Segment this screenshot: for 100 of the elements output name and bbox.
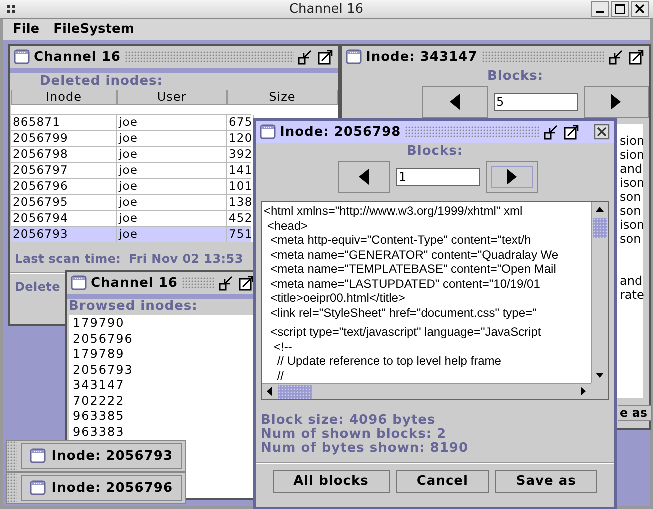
window-title: Inode: 2056793 xyxy=(52,448,173,464)
table-row[interactable]: 2056795 joe 138 xyxy=(11,194,251,210)
list-item[interactable]: 2056796 xyxy=(73,332,253,347)
left-arrow-icon xyxy=(359,169,369,185)
dialog-button[interactable]: Cancel xyxy=(396,470,490,493)
window-title: Channel 16 xyxy=(91,276,178,290)
table-row[interactable]: 2056797 joe 141 xyxy=(11,162,251,178)
minimize-icon[interactable] xyxy=(591,1,609,17)
table-cell: joe xyxy=(117,163,227,178)
table-cell: joe xyxy=(117,131,227,146)
text-area[interactable] xyxy=(261,201,609,400)
code-line: <head> xyxy=(266,218,310,233)
iconified-window[interactable]: Inode: 2056796 xyxy=(6,472,186,504)
iconify-icon[interactable] xyxy=(544,124,560,140)
info-text: Num of shown blocks: 2 xyxy=(261,428,448,442)
close-icon[interactable] xyxy=(631,1,649,17)
maximize-icon[interactable] xyxy=(629,49,645,65)
code-line: <link rel="StyleSheet" href="document.css" type=" xyxy=(270,306,538,320)
text-line: rate xyxy=(620,288,643,302)
block-number-field[interactable]: 5 xyxy=(494,93,578,111)
table-cell: 2056793 xyxy=(11,227,117,242)
right-arrow-icon xyxy=(611,94,622,110)
text-line: and xyxy=(620,162,643,176)
window-icon xyxy=(30,448,46,464)
table-cell: 2056799 xyxy=(11,131,117,146)
horizontal-scrollbar[interactable] xyxy=(262,383,591,399)
menu-item[interactable]: File xyxy=(13,22,40,37)
text-area[interactable]: sion sion and ison son son ison son and rate xyxy=(617,124,643,398)
window-icon xyxy=(30,480,46,496)
menu-item[interactable]: FileSystem xyxy=(54,22,134,37)
list-item[interactable]: 2056793 xyxy=(73,362,253,378)
maximize-icon[interactable] xyxy=(611,1,629,17)
maximize-icon[interactable] xyxy=(564,124,580,140)
code-line: <html xmlns="http://www.w3.org/1999/xhtml" xml xyxy=(264,204,524,218)
save-button[interactable]: e as xyxy=(618,405,652,421)
column-header[interactable]: User xyxy=(117,90,227,105)
window-icon xyxy=(346,49,362,65)
table-cell: joe xyxy=(117,227,227,242)
text-line: sion xyxy=(620,148,643,162)
blocks-label: Blocks: xyxy=(487,68,544,86)
window-title: Inode: 343147 xyxy=(366,50,478,64)
list-item[interactable]: 963385 xyxy=(73,409,253,424)
code-line: <meta name="LASTUPDATED" content="10/19/01 xyxy=(270,276,542,291)
table-row[interactable]: 2056796 joe 101 xyxy=(11,178,251,194)
iconified-window[interactable]: Inode: 2056793 xyxy=(6,440,186,472)
list-item[interactable]: 179789 xyxy=(73,347,253,362)
left-arrow-icon xyxy=(450,94,460,110)
column-header[interactable]: Inode xyxy=(11,90,117,105)
next-block-button[interactable] xyxy=(584,86,649,118)
app-menu-icon[interactable] xyxy=(6,4,16,14)
iconify-icon[interactable] xyxy=(609,49,625,65)
iconify-icon[interactable] xyxy=(219,275,235,291)
scan-time: Fri Nov 02 13:53 xyxy=(129,252,244,266)
iconify-icon[interactable] xyxy=(298,49,314,65)
table-cell: joe xyxy=(117,179,227,194)
list-item[interactable]: 179790 xyxy=(73,316,253,332)
right-arrow-icon xyxy=(507,169,517,185)
code-line: <meta name="TEMPLATEBASE" content="Open Mail xyxy=(270,262,558,276)
table-cell: 2056798 xyxy=(11,147,117,162)
text-line: and xyxy=(620,274,643,288)
list-item[interactable]: 343147 xyxy=(73,378,253,394)
table-row[interactable]: 2056793 joe 751 xyxy=(11,226,251,242)
previous-block-button[interactable] xyxy=(422,86,488,118)
table-cell: 2056797 xyxy=(11,163,117,178)
table-row[interactable]: 865871 joe 675 xyxy=(11,114,251,130)
app-title: Channel 16 xyxy=(289,2,364,16)
text-line: son xyxy=(620,204,642,218)
previous-block-button[interactable] xyxy=(338,161,390,193)
dialog-button[interactable]: All blocks xyxy=(272,470,390,493)
maximize-icon[interactable] xyxy=(239,275,255,291)
table-row[interactable]: 2056798 joe 392 xyxy=(11,146,251,162)
table-cell: 2056796 xyxy=(11,179,117,194)
window-title: Channel 16 xyxy=(34,50,121,64)
close-icon[interactable] xyxy=(594,124,610,140)
table-row[interactable]: 2056799 joe 120 xyxy=(11,130,251,146)
table-cell: 865871 xyxy=(11,115,117,130)
table-cell: joe xyxy=(117,195,227,210)
info-text: Block size: 4096 bytes xyxy=(261,414,437,428)
window-icon xyxy=(14,49,30,65)
code-line: <title>oeipr00.html</title> xyxy=(270,291,406,306)
table-cell: joe xyxy=(117,147,227,162)
column-header[interactable]: Size xyxy=(227,90,338,105)
block-number-field[interactable]: 1 xyxy=(396,168,480,186)
scroll-thumb[interactable] xyxy=(278,384,312,398)
blocks-label: Blocks: xyxy=(406,143,464,161)
code-line: // xyxy=(276,368,286,383)
list-item[interactable]: 702222 xyxy=(73,394,253,409)
text-line: sion xyxy=(620,134,643,148)
list-item[interactable]: 963383 xyxy=(73,424,253,440)
scroll-thumb[interactable] xyxy=(593,218,607,238)
section-label: Deleted inodes: xyxy=(39,73,164,90)
maximize-icon[interactable] xyxy=(318,49,334,65)
text-line: son xyxy=(620,232,642,246)
code-line: // Update reference to top level help frame xyxy=(276,354,502,368)
table-cell: joe xyxy=(117,115,227,130)
text-line: ison xyxy=(620,218,643,232)
next-block-button[interactable] xyxy=(486,161,538,193)
vertical-scrollbar[interactable] xyxy=(591,202,608,383)
dialog-button[interactable]: Save as xyxy=(495,470,598,493)
window-title: Inode: 2056798 xyxy=(280,124,402,140)
